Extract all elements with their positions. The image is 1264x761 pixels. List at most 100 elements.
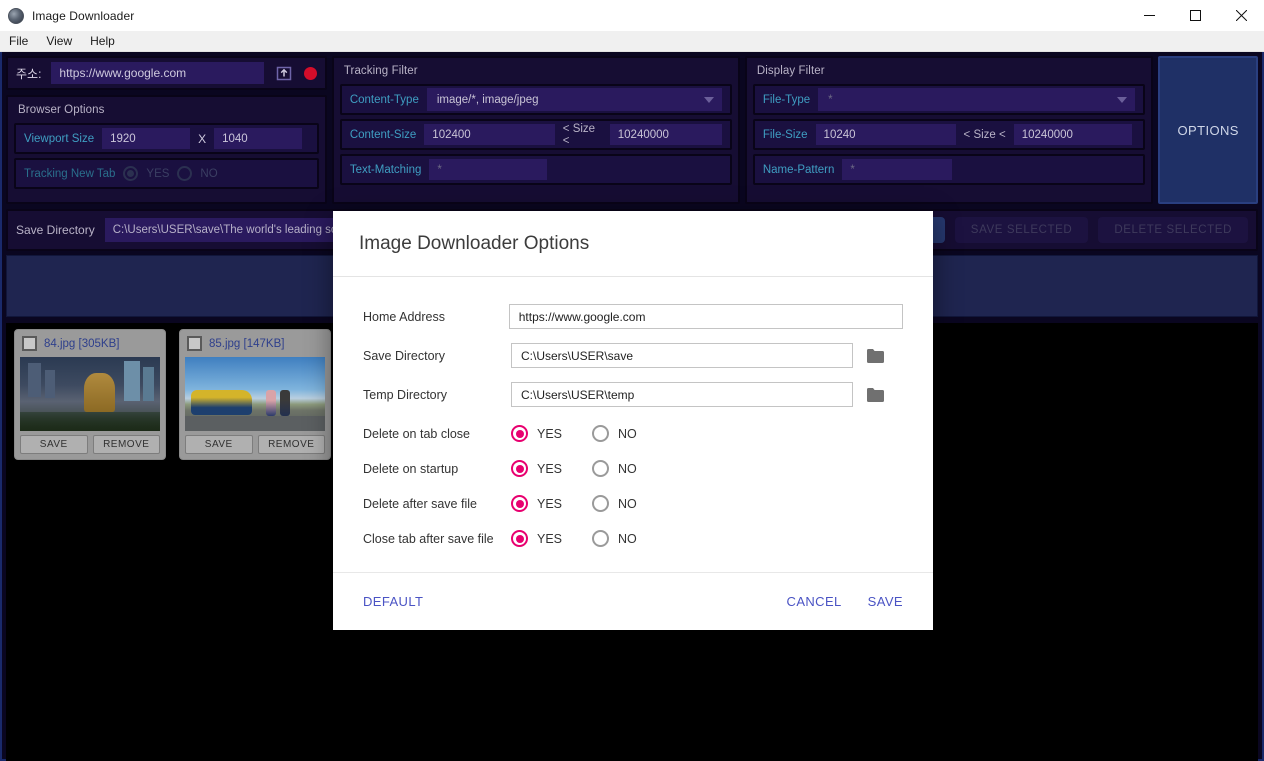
radio-yes-label: YES: [537, 426, 563, 441]
radio-yes-icon: [511, 495, 528, 512]
delete-after-save-label: Delete after save file: [363, 496, 477, 511]
card-actions: SAVE REMOVE: [20, 435, 160, 454]
file-size-max-input[interactable]: 10240000: [1013, 124, 1132, 145]
save-directory-label: Save Directory: [16, 223, 95, 237]
card-actions: SAVE REMOVE: [185, 435, 325, 454]
name-pattern-input[interactable]: *: [842, 159, 953, 180]
menu-view[interactable]: View: [37, 32, 81, 50]
address-bar: 주소:: [6, 56, 327, 90]
card-remove-button[interactable]: REMOVE: [257, 435, 325, 454]
delete-on-tab-close-label: Delete on tab close: [363, 426, 471, 441]
maximize-button[interactable]: [1172, 0, 1218, 31]
close-tab-after-save-label: Close tab after save file: [363, 531, 494, 546]
browser-options-title: Browser Options: [18, 104, 105, 116]
file-type-label: File-Type: [762, 93, 811, 106]
cancel-button[interactable]: CANCEL: [787, 594, 842, 609]
options-dialog: Image Downloader Options Home Address Sa…: [333, 211, 933, 630]
card-remove-button[interactable]: REMOVE: [92, 435, 160, 454]
delete-on-startup-row: Delete on startup YES NO: [363, 451, 903, 486]
content-size-max-input[interactable]: 10240000: [609, 124, 722, 145]
delete-on-startup-yes[interactable]: YES: [511, 460, 562, 477]
open-external-icon[interactable]: [274, 63, 294, 83]
save-directory-row: Save Directory: [363, 338, 903, 373]
delete-on-startup-label: Delete on startup: [363, 461, 459, 476]
file-type-select[interactable]: *: [818, 88, 1136, 111]
radio-yes-label: YES: [537, 461, 563, 476]
radio-no-icon: [592, 460, 610, 477]
default-button[interactable]: DEFAULT: [363, 594, 423, 609]
thumbnail-image-motorcycle: [185, 357, 325, 431]
delete-after-save-row: Delete after save file YES NO: [363, 486, 903, 521]
home-address-input[interactable]: [508, 304, 903, 329]
viewport-height-input[interactable]: [214, 128, 303, 149]
save-button[interactable]: SAVE: [868, 594, 903, 609]
address-input[interactable]: [51, 62, 264, 84]
text-matching-row: Text-Matching *: [339, 154, 732, 185]
delete-on-tab-close-row: Delete on tab close YES NO: [363, 416, 903, 451]
delete-on-tab-close-no[interactable]: NO: [592, 425, 637, 442]
window-controls: [1126, 0, 1264, 31]
card-save-button[interactable]: SAVE: [20, 435, 88, 454]
tracking-new-tab-label: Tracking New Tab: [24, 167, 116, 180]
card-thumbnail[interactable]: [20, 357, 160, 431]
title-bar: Image Downloader: [0, 0, 1264, 31]
radio-no-label: NO: [618, 461, 637, 476]
dialog-header: Image Downloader Options: [333, 211, 933, 277]
tracking-new-tab-no-label: NO: [200, 167, 218, 180]
list-item[interactable]: 85.jpg [147KB] SAVE REMOVE: [179, 329, 331, 460]
menu-file[interactable]: File: [0, 32, 37, 50]
save-directory-input[interactable]: [511, 343, 853, 368]
tracking-filter-title: Tracking Filter: [343, 65, 418, 77]
delete-after-save-no[interactable]: NO: [592, 495, 637, 512]
radio-no-label: NO: [618, 496, 637, 511]
dialog-footer: DEFAULT CANCEL SAVE: [333, 572, 933, 630]
delete-on-tab-close-yes[interactable]: YES: [511, 425, 562, 442]
file-type-value: *: [828, 93, 833, 106]
window-title: Image Downloader: [32, 8, 135, 23]
close-tab-after-save-row: Close tab after save file YES NO: [363, 521, 903, 556]
delete-on-startup-no[interactable]: NO: [592, 460, 637, 477]
close-tab-after-save-yes[interactable]: YES: [511, 530, 562, 547]
card-filename: 84.jpg [305KB]: [44, 337, 120, 350]
temp-directory-input[interactable]: [511, 382, 853, 407]
folder-icon[interactable]: [867, 387, 884, 402]
card-thumbnail[interactable]: [185, 357, 325, 431]
card-checkbox[interactable]: [187, 336, 202, 351]
chevron-down-icon: [703, 96, 714, 103]
display-filter-title: Display Filter: [756, 65, 825, 77]
options-button[interactable]: OPTIONS: [1158, 56, 1258, 204]
content-size-label: Content-Size: [349, 128, 417, 141]
card-save-button[interactable]: SAVE: [185, 435, 253, 454]
menu-help[interactable]: Help: [81, 32, 124, 50]
save-selected-button[interactable]: SAVE SELECTED: [954, 217, 1089, 243]
minimize-button[interactable]: [1126, 0, 1172, 31]
content-type-select[interactable]: image/*, image/jpeg: [426, 88, 722, 111]
display-filter-panel: Display Filter File-Type * File-Size 102…: [744, 56, 1154, 204]
tracking-new-tab-yes-radio[interactable]: [123, 166, 139, 181]
temp-directory-label: Temp Directory: [363, 387, 448, 402]
dialog-footer-actions: CANCEL SAVE: [787, 594, 903, 609]
content-size-comparator: < Size <: [562, 122, 596, 147]
card-filename: 85.jpg [147KB]: [209, 337, 285, 350]
close-button[interactable]: [1218, 0, 1264, 31]
radio-no-icon: [592, 425, 610, 442]
close-tab-after-save-no[interactable]: NO: [592, 530, 637, 547]
home-address-label: Home Address: [363, 309, 445, 324]
delete-selected-button[interactable]: DELETE SELECTED: [1098, 217, 1248, 243]
radio-no-icon: [592, 530, 610, 547]
tracking-new-tab-no-radio[interactable]: [177, 166, 193, 181]
record-dot-icon[interactable]: [303, 66, 317, 80]
file-size-min-input[interactable]: 10240: [815, 124, 956, 145]
viewport-width-input[interactable]: [102, 128, 191, 149]
card-checkbox[interactable]: [22, 336, 37, 351]
radio-no-label: NO: [618, 531, 637, 546]
tracking-filter-panel: Tracking Filter Content-Type image/*, im…: [331, 56, 740, 204]
text-matching-input[interactable]: *: [429, 159, 548, 180]
radio-yes-label: YES: [537, 496, 563, 511]
viewport-separator: X: [198, 131, 207, 146]
delete-after-save-yes[interactable]: YES: [511, 495, 562, 512]
menu-bar: File View Help: [0, 31, 1264, 52]
list-item[interactable]: 84.jpg [305KB] SAVE REMOVE: [14, 329, 166, 460]
content-size-min-input[interactable]: 102400: [424, 124, 555, 145]
folder-icon[interactable]: [867, 348, 884, 363]
